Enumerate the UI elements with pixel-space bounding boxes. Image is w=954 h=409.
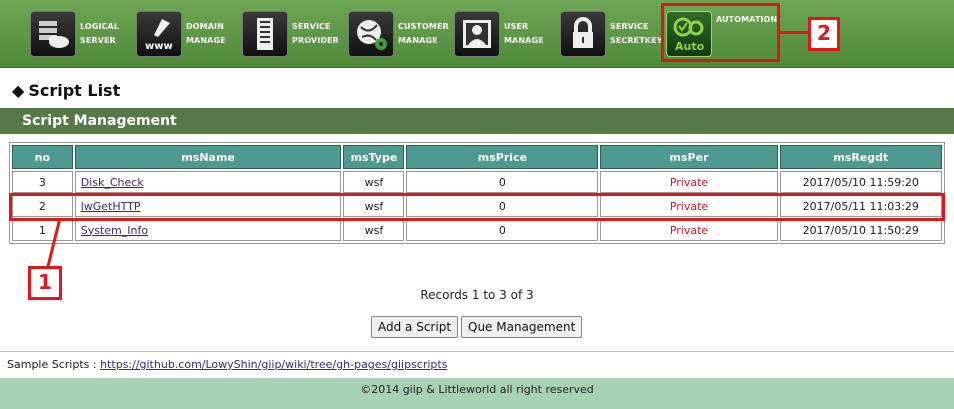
annotation-badge-2: 2 — [808, 17, 840, 51]
cell-no: 1 — [12, 219, 73, 241]
annotation-box-1 — [9, 193, 945, 221]
cell-permission: Private — [600, 171, 778, 193]
cell-regdate: 2017/05/10 11:50:29 — [779, 219, 942, 241]
cell-permission: Private — [600, 219, 778, 241]
nav-domain-manage[interactable]: www DOMAIN MANAGE — [136, 9, 242, 59]
col-header-mstype[interactable]: msType — [343, 145, 405, 169]
cell-type: wsf — [343, 171, 405, 193]
www-brush-icon: www — [136, 11, 182, 57]
annotation-box-2 — [661, 3, 780, 62]
script-name-link[interactable]: Disk_Check — [81, 176, 144, 189]
nav-label: SERVICE SECRETKEY — [610, 22, 663, 45]
col-header-no[interactable]: no — [12, 145, 73, 169]
cell-no: 3 — [12, 171, 73, 193]
cell-regdate: 2017/05/10 11:59:20 — [779, 171, 942, 193]
col-header-msregdt[interactable]: msRegdt — [779, 145, 942, 169]
nav-customer-manage[interactable]: CUSTOMER MANAGE — [348, 9, 454, 59]
col-header-msprice[interactable]: msPrice — [406, 145, 599, 169]
annotation-line-2 — [780, 31, 809, 34]
nav-logical-server[interactable]: LOGICAL SERVER — [30, 9, 136, 59]
col-header-msname[interactable]: msName — [74, 145, 342, 169]
page-title-text: Script List — [28, 81, 121, 100]
nav-label: SERVICE PROVIDER — [292, 22, 339, 45]
nav-service-provider[interactable]: SERVICE PROVIDER — [242, 9, 348, 59]
user-portrait-icon — [454, 11, 500, 57]
padlock-icon — [560, 11, 606, 57]
table-row: 3 Disk_Check wsf 0 Private 2017/05/10 11… — [12, 171, 942, 193]
building-icon — [242, 11, 288, 57]
records-count: Records 1 to 3 of 3 — [420, 288, 534, 302]
cell-type: wsf — [343, 219, 405, 241]
cell-price: 0 — [406, 219, 599, 241]
table-row: 1 System_Info wsf 0 Private 2017/05/10 1… — [12, 219, 942, 241]
diamond-icon: ◆ — [12, 81, 25, 100]
script-name-link[interactable]: System_Info — [81, 224, 148, 237]
sample-scripts-link[interactable]: https://github.com/LowyShin/giip/wiki/tr… — [100, 358, 447, 371]
que-management-button[interactable]: Que Management — [461, 316, 583, 338]
globe-gear-icon — [348, 11, 394, 57]
footer: ©2014 giip & Littleworld all right reser… — [0, 378, 954, 409]
sample-scripts-label: Sample Scripts : — [7, 358, 97, 371]
page-title: ◆ Script List — [12, 81, 120, 100]
nav-label: LOGICAL SERVER — [80, 22, 120, 45]
add-script-button[interactable]: Add a Script — [371, 316, 459, 338]
nav-service-secretkey[interactable]: SERVICE SECRETKEY — [560, 9, 666, 59]
svg-text:www: www — [145, 41, 173, 52]
cell-price: 0 — [406, 171, 599, 193]
nav-label: DOMAIN MANAGE — [186, 22, 226, 45]
nav-user-manage[interactable]: USER MANAGE — [454, 9, 560, 59]
nav-label: CUSTOMER MANAGE — [398, 22, 449, 45]
section-header: Script Management — [0, 108, 954, 134]
table-header-row: no msName msType msPrice msPer msRegdt — [12, 145, 942, 169]
nav-label: USER MANAGE — [504, 22, 544, 45]
col-header-msper[interactable]: msPer — [600, 145, 778, 169]
sample-scripts: Sample Scripts : https://github.com/Lowy… — [0, 351, 954, 376]
server-cloud-icon — [30, 11, 76, 57]
